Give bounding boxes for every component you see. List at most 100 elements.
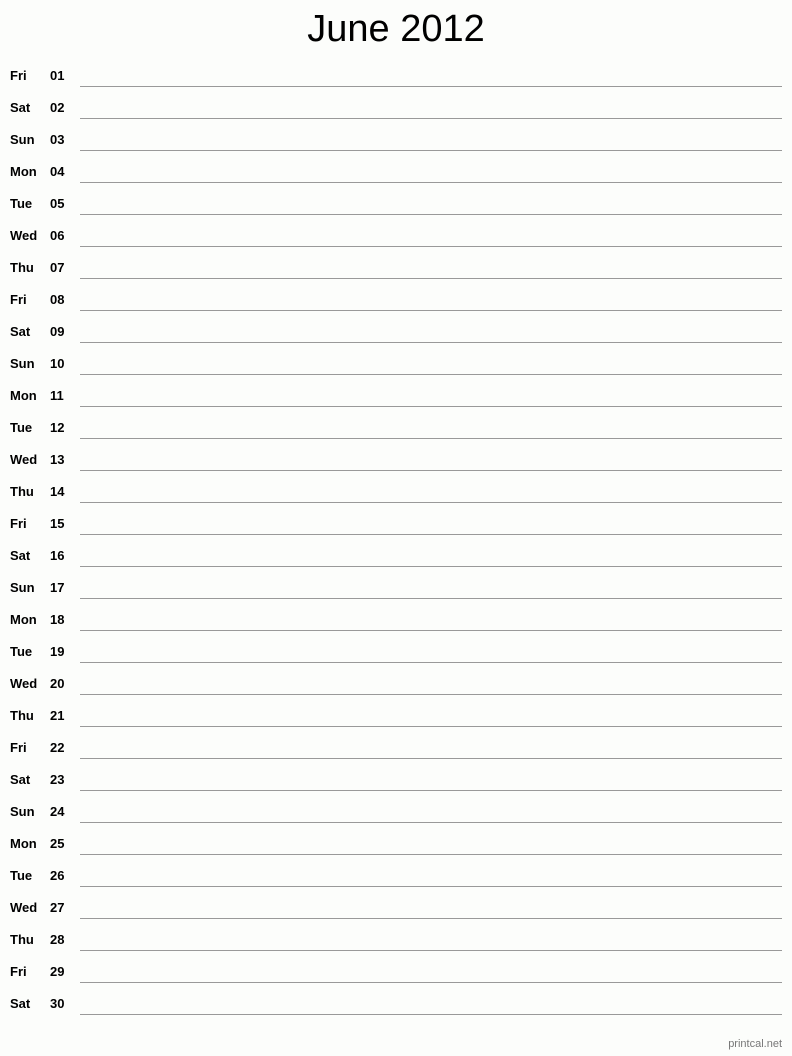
weekday-label: Sat bbox=[10, 772, 31, 787]
date-label: 05 bbox=[50, 196, 65, 211]
day-row: Fri 22 bbox=[0, 736, 792, 768]
weekday-label: Fri bbox=[10, 516, 27, 531]
weekday-label: Sun bbox=[10, 356, 35, 371]
writing-line bbox=[80, 310, 782, 311]
writing-line bbox=[80, 726, 782, 727]
date-label: 11 bbox=[50, 388, 64, 403]
writing-line bbox=[80, 598, 782, 599]
writing-line bbox=[80, 470, 782, 471]
date-label: 06 bbox=[50, 228, 65, 243]
day-row: Sun 03 bbox=[0, 128, 792, 160]
day-row: Mon 18 bbox=[0, 608, 792, 640]
writing-line bbox=[80, 438, 782, 439]
writing-line bbox=[80, 982, 782, 983]
day-row: Sun 24 bbox=[0, 800, 792, 832]
day-row: Mon 11 bbox=[0, 384, 792, 416]
date-label: 29 bbox=[50, 964, 65, 979]
day-list: Fri 01 Sat 02 Sun 03 Mon 04 Tue 05 Wed 06 Thu 07 Fri 08… bbox=[0, 64, 792, 1024]
day-row: Thu 21 bbox=[0, 704, 792, 736]
date-label: 25 bbox=[50, 836, 65, 851]
weekday-label: Wed bbox=[10, 228, 38, 243]
writing-line bbox=[80, 246, 782, 247]
weekday-label: Thu bbox=[10, 708, 34, 723]
day-row: Sat 30 bbox=[0, 992, 792, 1024]
date-label: 16 bbox=[50, 548, 65, 563]
date-label: 20 bbox=[50, 676, 65, 691]
day-row: Tue 05 bbox=[0, 192, 792, 224]
weekday-label: Wed bbox=[10, 676, 38, 691]
writing-line bbox=[80, 758, 782, 759]
writing-line bbox=[80, 1014, 782, 1015]
writing-line bbox=[80, 150, 782, 151]
weekday-label: Fri bbox=[10, 740, 27, 755]
date-label: 28 bbox=[50, 932, 65, 947]
day-row: Sat 02 bbox=[0, 96, 792, 128]
weekday-label: Wed bbox=[10, 900, 38, 915]
writing-line bbox=[80, 630, 782, 631]
day-row: Sun 17 bbox=[0, 576, 792, 608]
weekday-label: Sun bbox=[10, 580, 35, 595]
day-row: Mon 04 bbox=[0, 160, 792, 192]
date-label: 17 bbox=[50, 580, 65, 595]
weekday-label: Thu bbox=[10, 484, 34, 499]
footer-credit: printcal.net bbox=[728, 1038, 782, 1050]
writing-line bbox=[80, 278, 782, 279]
weekday-label: Thu bbox=[10, 260, 34, 275]
writing-line bbox=[80, 502, 782, 503]
weekday-label: Sun bbox=[10, 804, 35, 819]
writing-line bbox=[80, 822, 782, 823]
weekday-label: Tue bbox=[10, 644, 33, 659]
date-label: 03 bbox=[50, 132, 65, 147]
date-label: 22 bbox=[50, 740, 65, 755]
weekday-label: Tue bbox=[10, 420, 33, 435]
date-label: 18 bbox=[50, 612, 65, 627]
writing-line bbox=[80, 86, 782, 87]
writing-line bbox=[80, 662, 782, 663]
day-row: Thu 07 bbox=[0, 256, 792, 288]
date-label: 24 bbox=[50, 804, 65, 819]
day-row: Tue 12 bbox=[0, 416, 792, 448]
day-row: Fri 08 bbox=[0, 288, 792, 320]
day-row: Mon 25 bbox=[0, 832, 792, 864]
weekday-label: Mon bbox=[10, 164, 37, 179]
day-row: Sun 10 bbox=[0, 352, 792, 384]
weekday-label: Tue bbox=[10, 868, 33, 883]
day-row: Thu 14 bbox=[0, 480, 792, 512]
date-label: 12 bbox=[50, 420, 65, 435]
day-row: Thu 28 bbox=[0, 928, 792, 960]
writing-line bbox=[80, 566, 782, 567]
weekday-label: Sat bbox=[10, 100, 31, 115]
weekday-label: Sat bbox=[10, 548, 31, 563]
day-row: Tue 26 bbox=[0, 864, 792, 896]
weekday-label: Thu bbox=[10, 932, 34, 947]
writing-line bbox=[80, 182, 782, 183]
writing-line bbox=[80, 118, 782, 119]
weekday-label: Fri bbox=[10, 964, 27, 979]
writing-line bbox=[80, 374, 782, 375]
date-label: 09 bbox=[50, 324, 65, 339]
day-row: Fri 15 bbox=[0, 512, 792, 544]
date-label: 01 bbox=[50, 68, 65, 83]
day-row: Fri 29 bbox=[0, 960, 792, 992]
day-row: Sat 16 bbox=[0, 544, 792, 576]
day-row: Wed 13 bbox=[0, 448, 792, 480]
weekday-label: Fri bbox=[10, 68, 27, 83]
day-row: Sat 23 bbox=[0, 768, 792, 800]
weekday-label: Mon bbox=[10, 388, 37, 403]
weekday-label: Sat bbox=[10, 324, 31, 339]
writing-line bbox=[80, 214, 782, 215]
day-row: Wed 06 bbox=[0, 224, 792, 256]
date-label: 02 bbox=[50, 100, 65, 115]
writing-line bbox=[80, 886, 782, 887]
writing-line bbox=[80, 950, 782, 951]
weekday-label: Wed bbox=[10, 452, 38, 467]
date-label: 19 bbox=[50, 644, 65, 659]
date-label: 27 bbox=[50, 900, 65, 915]
weekday-label: Tue bbox=[10, 196, 33, 211]
writing-line bbox=[80, 918, 782, 919]
writing-line bbox=[80, 790, 782, 791]
date-label: 23 bbox=[50, 772, 65, 787]
date-label: 13 bbox=[50, 452, 65, 467]
page-title: June 2012 bbox=[307, 8, 485, 50]
date-label: 30 bbox=[50, 996, 65, 1011]
